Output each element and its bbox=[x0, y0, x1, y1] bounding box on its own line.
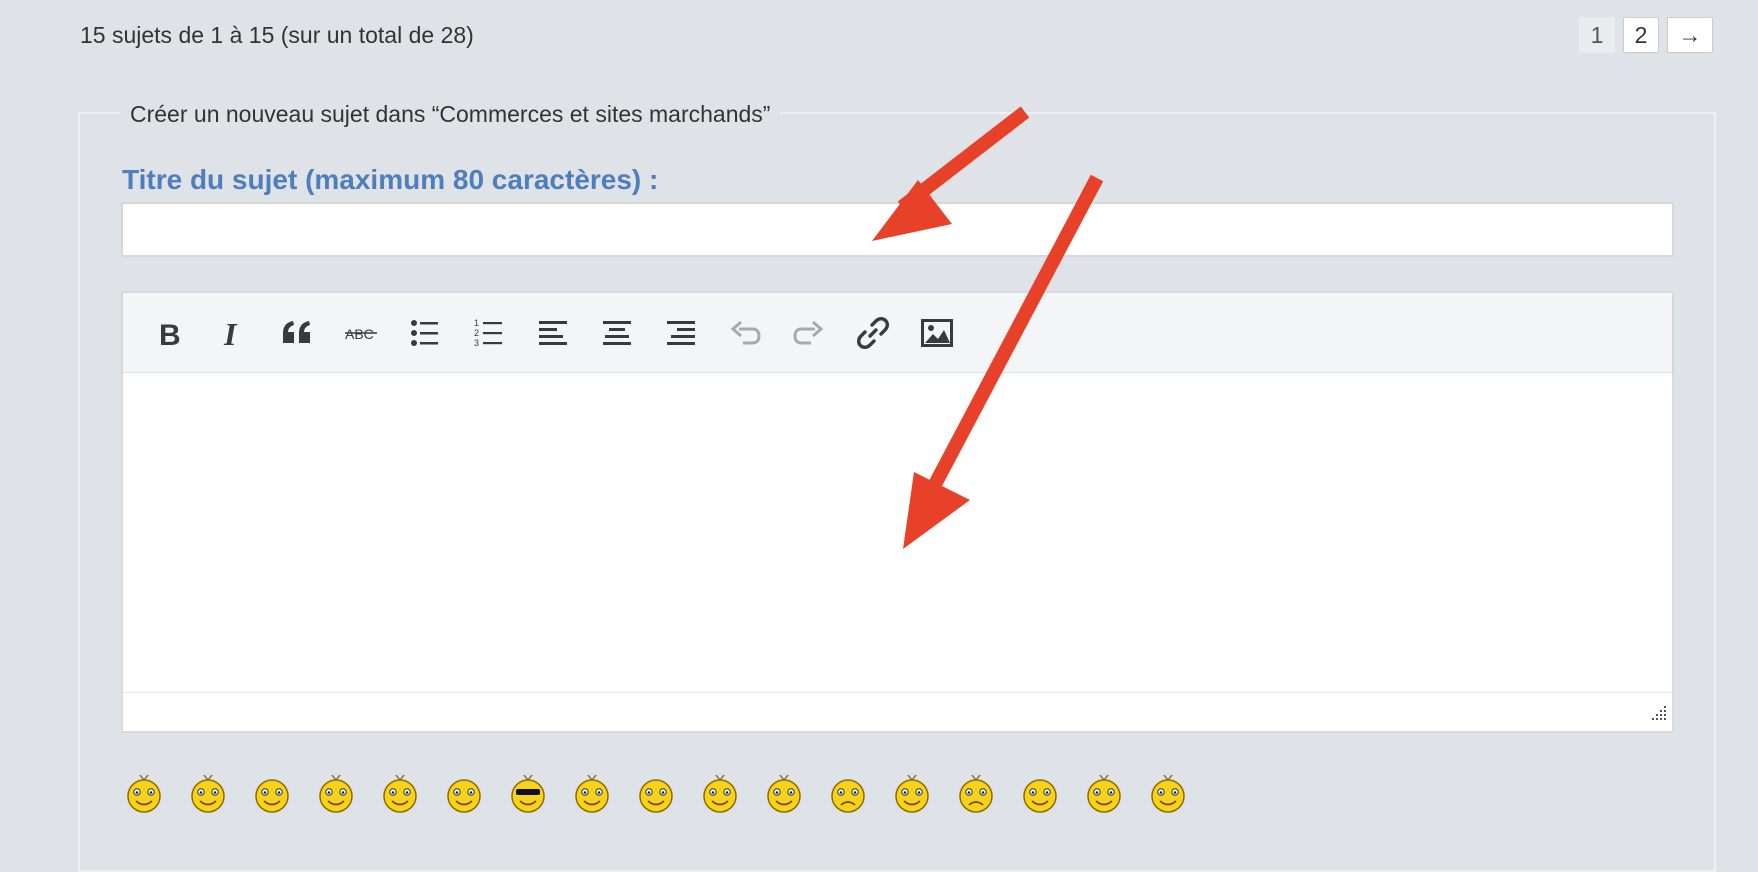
smiley-wave-icon[interactable] bbox=[124, 774, 164, 814]
link-button[interactable] bbox=[841, 308, 905, 358]
italic-button[interactable]: I bbox=[201, 308, 265, 358]
editor-toolbar: B I ABC 1 2 3 bbox=[123, 293, 1672, 373]
strikethrough-icon: ABC bbox=[344, 323, 378, 343]
smiley-smile-icon[interactable] bbox=[764, 774, 804, 814]
page-1-button[interactable]: 1 bbox=[1579, 17, 1615, 53]
smiley-hmm-icon[interactable] bbox=[380, 774, 420, 814]
numbered-list-icon: 1 2 3 bbox=[474, 318, 504, 348]
svg-text:B: B bbox=[159, 319, 181, 348]
smiley-frown-icon[interactable] bbox=[956, 774, 996, 814]
redo-icon bbox=[793, 319, 825, 347]
smiley-shrug-icon[interactable] bbox=[1020, 774, 1060, 814]
italic-icon: I bbox=[221, 318, 245, 348]
smiley-thumbs-up-icon[interactable] bbox=[188, 774, 228, 814]
svg-text:2: 2 bbox=[474, 328, 479, 338]
smiley-wink-icon[interactable] bbox=[252, 774, 292, 814]
page-2-button[interactable]: 2 bbox=[1623, 17, 1659, 53]
bullet-list-button[interactable] bbox=[393, 308, 457, 358]
resize-handle-icon[interactable] bbox=[1650, 704, 1668, 727]
editor-body[interactable] bbox=[123, 373, 1672, 691]
smiley-love-icon[interactable] bbox=[572, 774, 612, 814]
align-left-button[interactable] bbox=[521, 308, 585, 358]
bold-icon: B bbox=[156, 318, 182, 348]
editor-statusbar bbox=[123, 692, 1672, 731]
svg-text:1: 1 bbox=[474, 318, 479, 328]
align-right-icon bbox=[666, 319, 696, 347]
strikethrough-button[interactable]: ABC bbox=[329, 308, 393, 358]
topic-count: 15 sujets de 1 à 15 (sur un total de 28) bbox=[80, 22, 474, 48]
smiley-whistle-icon[interactable] bbox=[700, 774, 740, 814]
quote-icon bbox=[280, 319, 314, 347]
next-page-button[interactable]: → bbox=[1667, 17, 1713, 53]
bold-button[interactable]: B bbox=[137, 308, 201, 358]
smiley-mad-icon[interactable] bbox=[892, 774, 932, 814]
smiley-bar bbox=[124, 754, 1212, 814]
redo-button[interactable] bbox=[777, 308, 841, 358]
svg-text:3: 3 bbox=[474, 338, 479, 348]
smiley-neutral-icon[interactable] bbox=[1148, 774, 1188, 814]
align-left-icon bbox=[538, 319, 568, 347]
align-right-button[interactable] bbox=[649, 308, 713, 358]
align-center-icon bbox=[602, 319, 632, 347]
quote-button[interactable] bbox=[265, 308, 329, 358]
undo-button[interactable] bbox=[713, 308, 777, 358]
new-topic-legend: Créer un nouveau sujet dans “Commerces e… bbox=[120, 100, 781, 128]
link-icon bbox=[856, 316, 890, 350]
image-button[interactable] bbox=[905, 308, 969, 358]
bullet-list-icon bbox=[410, 319, 440, 347]
undo-icon bbox=[729, 319, 761, 347]
subject-input[interactable] bbox=[121, 202, 1674, 257]
smiley-sad-icon[interactable] bbox=[828, 774, 868, 814]
rich-text-editor: B I ABC 1 2 3 bbox=[121, 291, 1674, 733]
image-icon bbox=[921, 318, 953, 347]
align-center-button[interactable] bbox=[585, 308, 649, 358]
smiley-laugh-icon[interactable] bbox=[444, 774, 484, 814]
smiley-grin-icon[interactable] bbox=[1084, 774, 1124, 814]
pagination: 1 2 → bbox=[1579, 17, 1713, 53]
smiley-rose-icon[interactable] bbox=[636, 774, 676, 814]
subject-label: Titre du sujet (maximum 80 caractères) : bbox=[122, 164, 659, 195]
strikethrough-icon-text: ABC bbox=[345, 326, 374, 342]
smiley-surprised-icon[interactable] bbox=[316, 774, 356, 814]
numbered-list-button[interactable]: 1 2 3 bbox=[457, 308, 521, 358]
svg-text:I: I bbox=[223, 318, 238, 348]
smiley-sunglasses-icon[interactable] bbox=[508, 774, 548, 814]
